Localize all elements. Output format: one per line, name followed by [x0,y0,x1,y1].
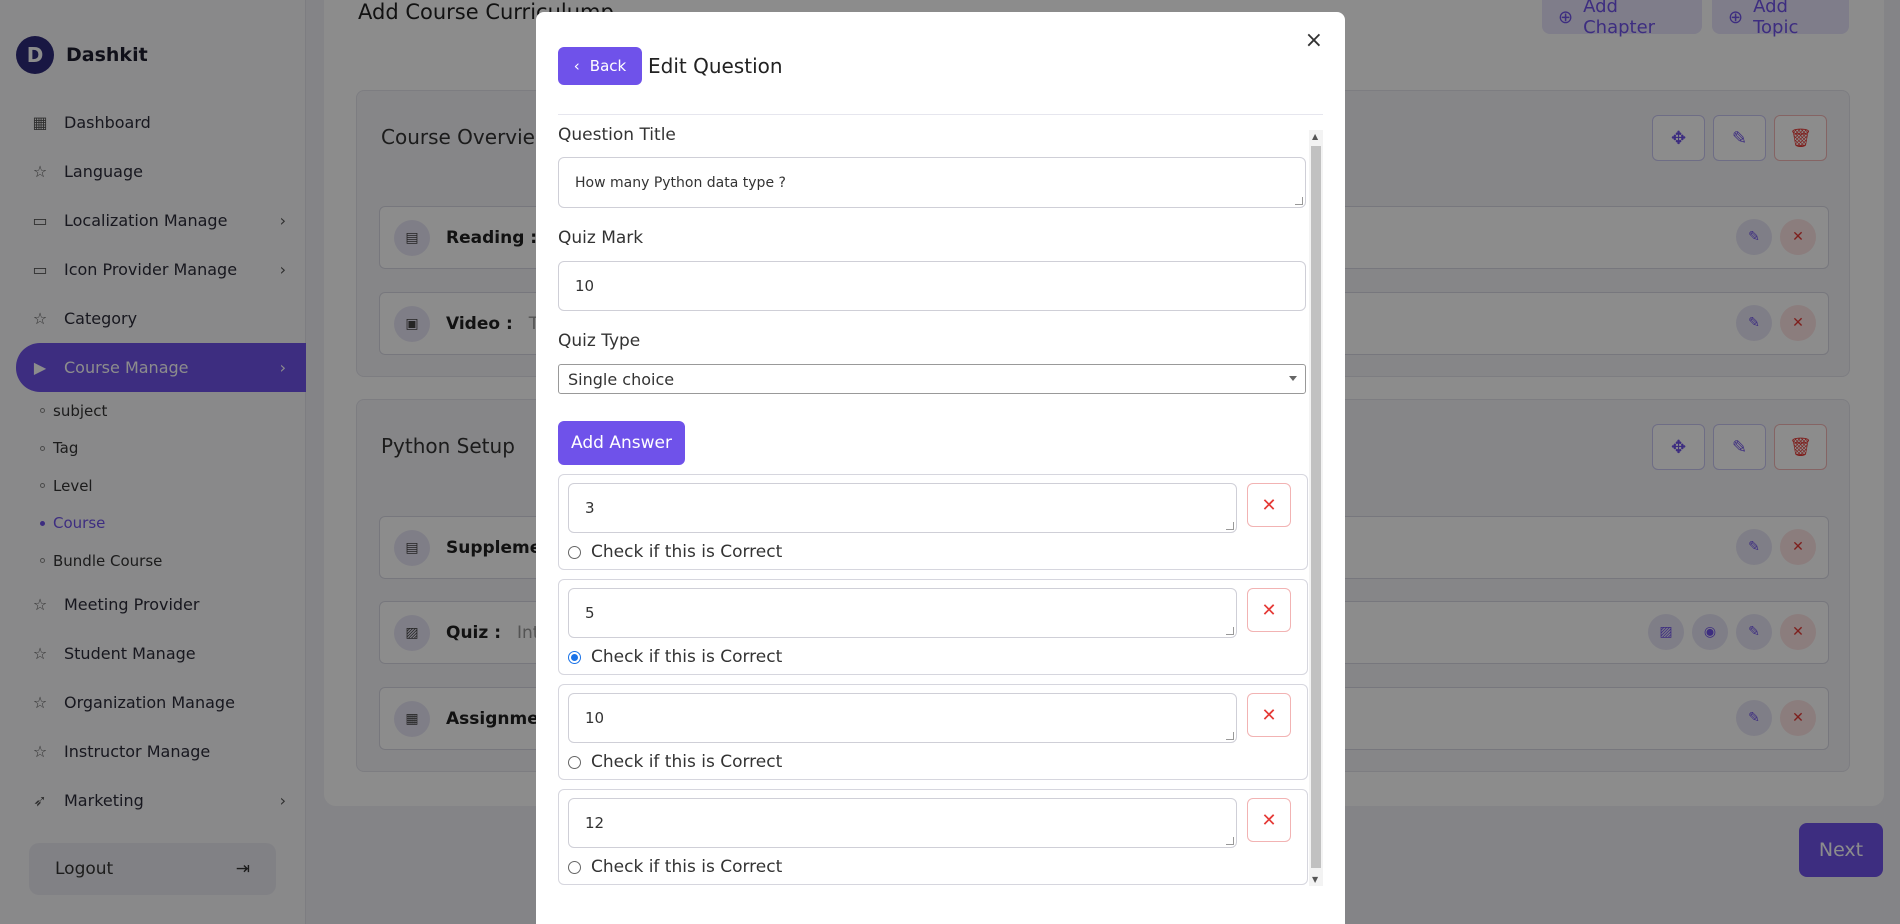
correct-label: Check if this is Correct [591,647,783,667]
resize-handle-icon[interactable] [1226,732,1234,740]
back-label: Back [589,57,627,75]
correct-option[interactable]: Check if this is Correct [568,752,782,772]
delete-answer-button[interactable]: ✕ [1247,588,1291,632]
answer-field[interactable]: 3 [568,483,1237,533]
quiz-mark-field[interactable]: 10 [558,261,1306,311]
correct-label: Check if this is Correct [591,542,783,562]
scroll-up-icon[interactable]: ▲ [1312,132,1318,141]
correct-option[interactable]: Check if this is Correct [568,857,782,877]
correct-radio[interactable] [568,755,581,769]
delete-answer-button[interactable]: ✕ [1247,798,1291,842]
correct-radio[interactable] [568,545,581,559]
question-title-field[interactable]: How many Python data type ? [558,157,1306,208]
close-icon: ✕ [1261,704,1277,726]
close-icon[interactable]: × [1305,30,1323,52]
answer-item: 12 ✕ Check if this is Correct [558,789,1308,885]
answer-value: 5 [585,604,595,622]
quiz-type-value: Single choice [568,369,675,389]
answer-field[interactable]: 12 [568,798,1237,848]
quiz-type-select[interactable]: Single choice [558,364,1306,394]
delete-answer-button[interactable]: ✕ [1247,483,1291,527]
quiz-mark-label: Quiz Mark [558,228,644,248]
back-button[interactable]: ‹ Back [558,47,642,85]
modal-title: Edit Question [648,54,783,78]
answer-value: 12 [585,814,605,832]
correct-label: Check if this is Correct [591,752,783,772]
close-icon: ✕ [1261,494,1277,516]
close-icon: ✕ [1261,599,1277,621]
resize-handle-icon[interactable] [1226,522,1234,530]
edit-question-modal: ‹ Back Edit Question × ▲ ▼ Question Titl… [536,12,1345,924]
correct-option[interactable]: Check if this is Correct [568,647,782,667]
quiz-mark-value: 10 [575,277,595,295]
answer-field[interactable]: 5 [568,588,1237,638]
delete-answer-button[interactable]: ✕ [1247,693,1291,737]
answer-item: 10 ✕ Check if this is Correct [558,684,1308,780]
resize-handle-icon[interactable] [1226,627,1234,635]
chevron-left-icon: ‹ [573,57,580,75]
question-title-value: How many Python data type ? [575,174,786,191]
modal-header: ‹ Back Edit Question [558,47,1323,115]
resize-handle-icon[interactable] [1295,197,1303,205]
answer-field[interactable]: 10 [568,693,1237,743]
answer-value: 10 [585,709,605,727]
question-title-label: Question Title [558,125,676,145]
correct-radio[interactable] [568,860,581,874]
scroll-down-icon[interactable]: ▼ [1312,875,1318,884]
modal-scrollbar[interactable]: ▲ ▼ [1309,130,1323,886]
correct-option[interactable]: Check if this is Correct [568,542,782,562]
answer-item: 3 ✕ Check if this is Correct [558,474,1308,570]
add-answer-button[interactable]: Add Answer [558,421,685,465]
answer-item: 5 ✕ Check if this is Correct [558,579,1308,675]
correct-label: Check if this is Correct [591,857,783,877]
correct-radio[interactable] [568,650,581,664]
chevron-down-icon [1289,376,1297,381]
answer-value: 3 [585,499,595,517]
scroll-thumb[interactable] [1311,146,1321,868]
resize-handle-icon[interactable] [1226,837,1234,845]
close-icon: ✕ [1261,809,1277,831]
quiz-type-label: Quiz Type [558,331,641,351]
